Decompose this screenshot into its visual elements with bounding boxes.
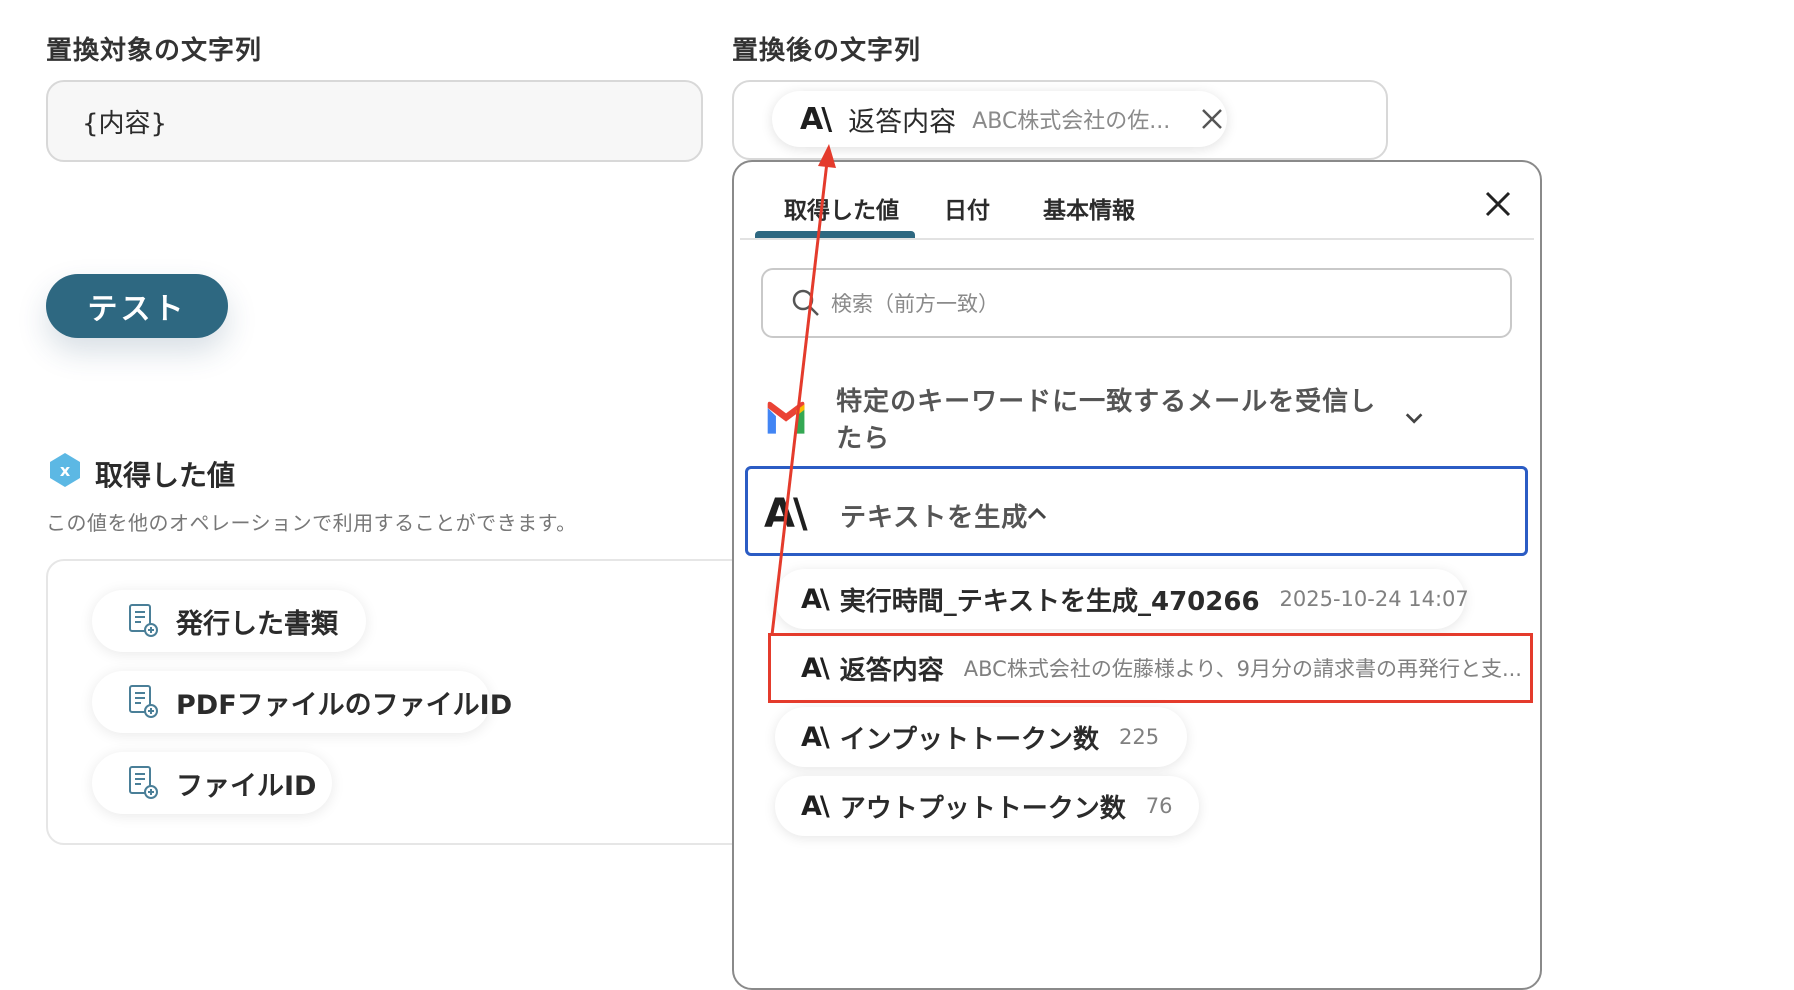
chip-title: 返答内容 [848, 106, 957, 138]
variable-badge-icon: x [50, 453, 80, 487]
list-item-output-tokens[interactable]: A\ アウトプットトークン数 76 [775, 776, 1199, 836]
search-placeholder: 検索（前方一致） [831, 292, 999, 316]
tab-date[interactable]: 日付 [944, 191, 990, 225]
anthropic-icon: A\ [801, 790, 830, 822]
group-title: テキストを生成 [840, 503, 1029, 533]
group-gmail-trigger[interactable]: 特定のキーワードに一致するメールを受信したら [764, 387, 1424, 454]
target-string-input[interactable]: {内容} [46, 80, 703, 162]
item-value: 225 [1119, 725, 1160, 749]
chevron-down-icon [1405, 413, 1423, 424]
list-item-execution-time[interactable]: A\ 実行時間_テキストを生成_470266 2025-10-24 14:07 [775, 569, 1469, 629]
item-name: インプットトークン数 [839, 724, 1099, 755]
annotation-arrow-icon [770, 144, 836, 636]
search-input[interactable]: 検索（前方一致） [761, 268, 1512, 338]
group-title: 特定のキーワードに一致するメールを受信したら [836, 387, 1377, 454]
obtained-values-description: この値を他のオペレーションで利用することができます。 [46, 511, 577, 535]
chip-preview: ABC株式会社の佐... [972, 109, 1171, 134]
close-dropdown-icon[interactable] [1484, 190, 1512, 218]
anthropic-icon: A\ [800, 101, 832, 137]
tab-basic-info[interactable]: 基本情報 [1043, 191, 1135, 225]
chevron-up-icon [1027, 507, 1047, 520]
value-pill-issued-document[interactable]: 発行した書類 [92, 590, 366, 652]
item-name: 実行時間_テキストを生成_470266 [839, 586, 1260, 617]
value-pill-file-id[interactable]: ファイルID [92, 752, 332, 814]
document-icon [129, 685, 158, 718]
tabs-divider [740, 238, 1534, 240]
target-string-label: 置換対象の文字列 [46, 36, 263, 66]
group-generate-text[interactable]: A\ テキストを生成 [745, 466, 1528, 556]
item-name: アウトプットトークン数 [839, 793, 1126, 824]
anthropic-icon: A\ [801, 721, 830, 753]
replacement-value-chip[interactable]: A\ 返答内容 ABC株式会社の佐... [772, 91, 1227, 147]
highlight-annotation-box [768, 633, 1533, 703]
item-value: 76 [1145, 794, 1173, 818]
svg-text:x: x [60, 461, 71, 480]
item-value: 2025-10-24 14:07 [1279, 587, 1469, 611]
document-icon [129, 604, 158, 637]
value-pill-label: ファイルID [176, 770, 317, 802]
document-icon [129, 766, 158, 799]
obtained-values-title: 取得した値 [95, 459, 236, 492]
close-icon[interactable] [1200, 107, 1224, 131]
value-pill-label: PDFファイルのファイルID [176, 689, 513, 721]
value-pill-label: 発行した書類 [176, 608, 338, 640]
replacement-string-label: 置換後の文字列 [732, 36, 922, 66]
value-pill-pdf-file-id[interactable]: PDFファイルのファイルID [92, 671, 512, 733]
target-string-value: {内容} [82, 108, 168, 139]
list-item-input-tokens[interactable]: A\ インプットトークン数 225 [775, 707, 1187, 767]
test-button[interactable]: テスト [46, 274, 228, 338]
